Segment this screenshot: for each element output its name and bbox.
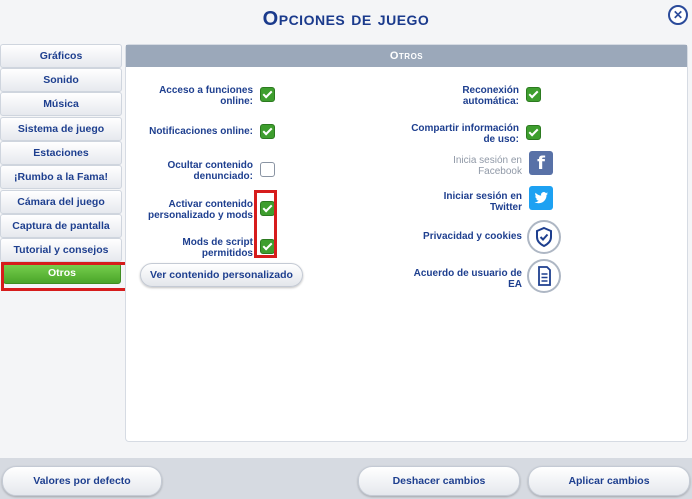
ea-user-agreement-label: Acuerdo de usuario de EA xyxy=(394,268,522,290)
twitter-bird-glyph xyxy=(534,192,548,204)
document-icon[interactable] xyxy=(527,259,561,293)
option-label-custom-content: Activar contenido personalizado y mods xyxy=(136,199,253,221)
privacy-cookies-label: Privacidad y cookies xyxy=(394,231,522,242)
facebook-signin-label: Inicia sesión en Facebook xyxy=(394,155,522,177)
auto-reconnect-checkbox[interactable] xyxy=(526,87,541,102)
sidebar-item-sonido[interactable]: Sonido xyxy=(0,68,122,92)
option-label-online-notifications: Notificaciones online: xyxy=(136,126,253,137)
panel-header: Otros xyxy=(126,45,687,67)
label-line: Inicia sesión en xyxy=(453,155,522,166)
view-custom-content-button[interactable]: Ver contenido personalizado xyxy=(140,263,303,287)
label-line: Ocultar contenido xyxy=(167,160,253,171)
option-label-hide-reported: Ocultar contenido denunciado: xyxy=(136,160,253,182)
shield-glyph xyxy=(536,226,552,248)
shield-check-icon[interactable] xyxy=(527,220,561,254)
option-label-auto-reconnect: Reconexión automática: xyxy=(394,85,519,107)
label-line: permitidos xyxy=(201,248,253,259)
close-icon[interactable]: ✕ xyxy=(668,5,688,25)
label-line: Reconexión xyxy=(462,85,519,96)
label-line: Acceso a funciones xyxy=(159,85,253,96)
sidebar-item-captura-de-pantalla[interactable]: Captura de pantalla xyxy=(0,214,122,238)
apply-changes-button[interactable]: Aplicar cambios xyxy=(528,466,690,496)
label-line: denunciado: xyxy=(193,171,253,182)
label-line: Mods de script xyxy=(182,237,253,248)
label-line: personalizado y mods xyxy=(147,210,253,221)
label-line: online: xyxy=(220,96,253,107)
sidebar-item-musica[interactable]: Música xyxy=(0,92,122,116)
twitter-icon[interactable] xyxy=(529,186,553,210)
twitter-signin-label: Iniciar sesión en Twitter xyxy=(394,191,522,213)
share-usage-checkbox[interactable] xyxy=(526,125,541,140)
checkbox-highlight-frame xyxy=(254,190,277,258)
sidebar-item-camara-del-juego[interactable]: Cámara del juego xyxy=(0,190,122,214)
label-line: Compartir información xyxy=(411,123,519,134)
label-line: EA xyxy=(508,279,522,290)
defaults-button[interactable]: Valores por defecto xyxy=(2,466,162,496)
label-line: Acuerdo de usuario de xyxy=(413,268,522,279)
facebook-icon[interactable]: f xyxy=(529,151,553,175)
label-line: Facebook xyxy=(478,166,522,177)
label-line: Activar contenido xyxy=(168,199,253,210)
selection-highlight xyxy=(1,262,128,291)
hide-reported-checkbox[interactable] xyxy=(260,162,275,177)
sidebar-item-rumbo-a-la-fama[interactable]: ¡Rumbo a la Fama! xyxy=(0,165,122,189)
online-notifications-checkbox[interactable] xyxy=(260,124,275,139)
options-panel: Otros Acceso a funciones online: Notific… xyxy=(125,44,688,442)
document-glyph xyxy=(538,266,551,286)
label-line: de uso: xyxy=(483,134,519,145)
sidebar-item-estaciones[interactable]: Estaciones xyxy=(0,141,122,165)
label-line: Iniciar sesión en xyxy=(443,191,522,202)
sidebar-item-sistema-de-juego[interactable]: Sistema de juego xyxy=(0,117,122,141)
undo-changes-button[interactable]: Deshacer cambios xyxy=(358,466,520,496)
label-line: Privacidad y cookies xyxy=(423,231,522,242)
option-label-script-mods: Mods de script permitidos xyxy=(136,237,253,259)
page-title: Opciones de juego xyxy=(262,8,430,30)
sidebar-item-graficos[interactable]: Gráficos xyxy=(0,44,122,68)
sidebar-item-tutorial-y-consejos[interactable]: Tutorial y consejos xyxy=(0,238,122,262)
option-label-online-access: Acceso a funciones online: xyxy=(136,85,253,107)
online-access-checkbox[interactable] xyxy=(260,87,275,102)
label-line: Notificaciones online: xyxy=(149,126,253,137)
label-line: automática: xyxy=(462,96,519,107)
option-label-share-usage: Compartir información de uso: xyxy=(394,123,519,145)
footer-bar: Valores por defecto Deshacer cambios Apl… xyxy=(0,458,692,499)
label-line: Twitter xyxy=(489,202,522,213)
